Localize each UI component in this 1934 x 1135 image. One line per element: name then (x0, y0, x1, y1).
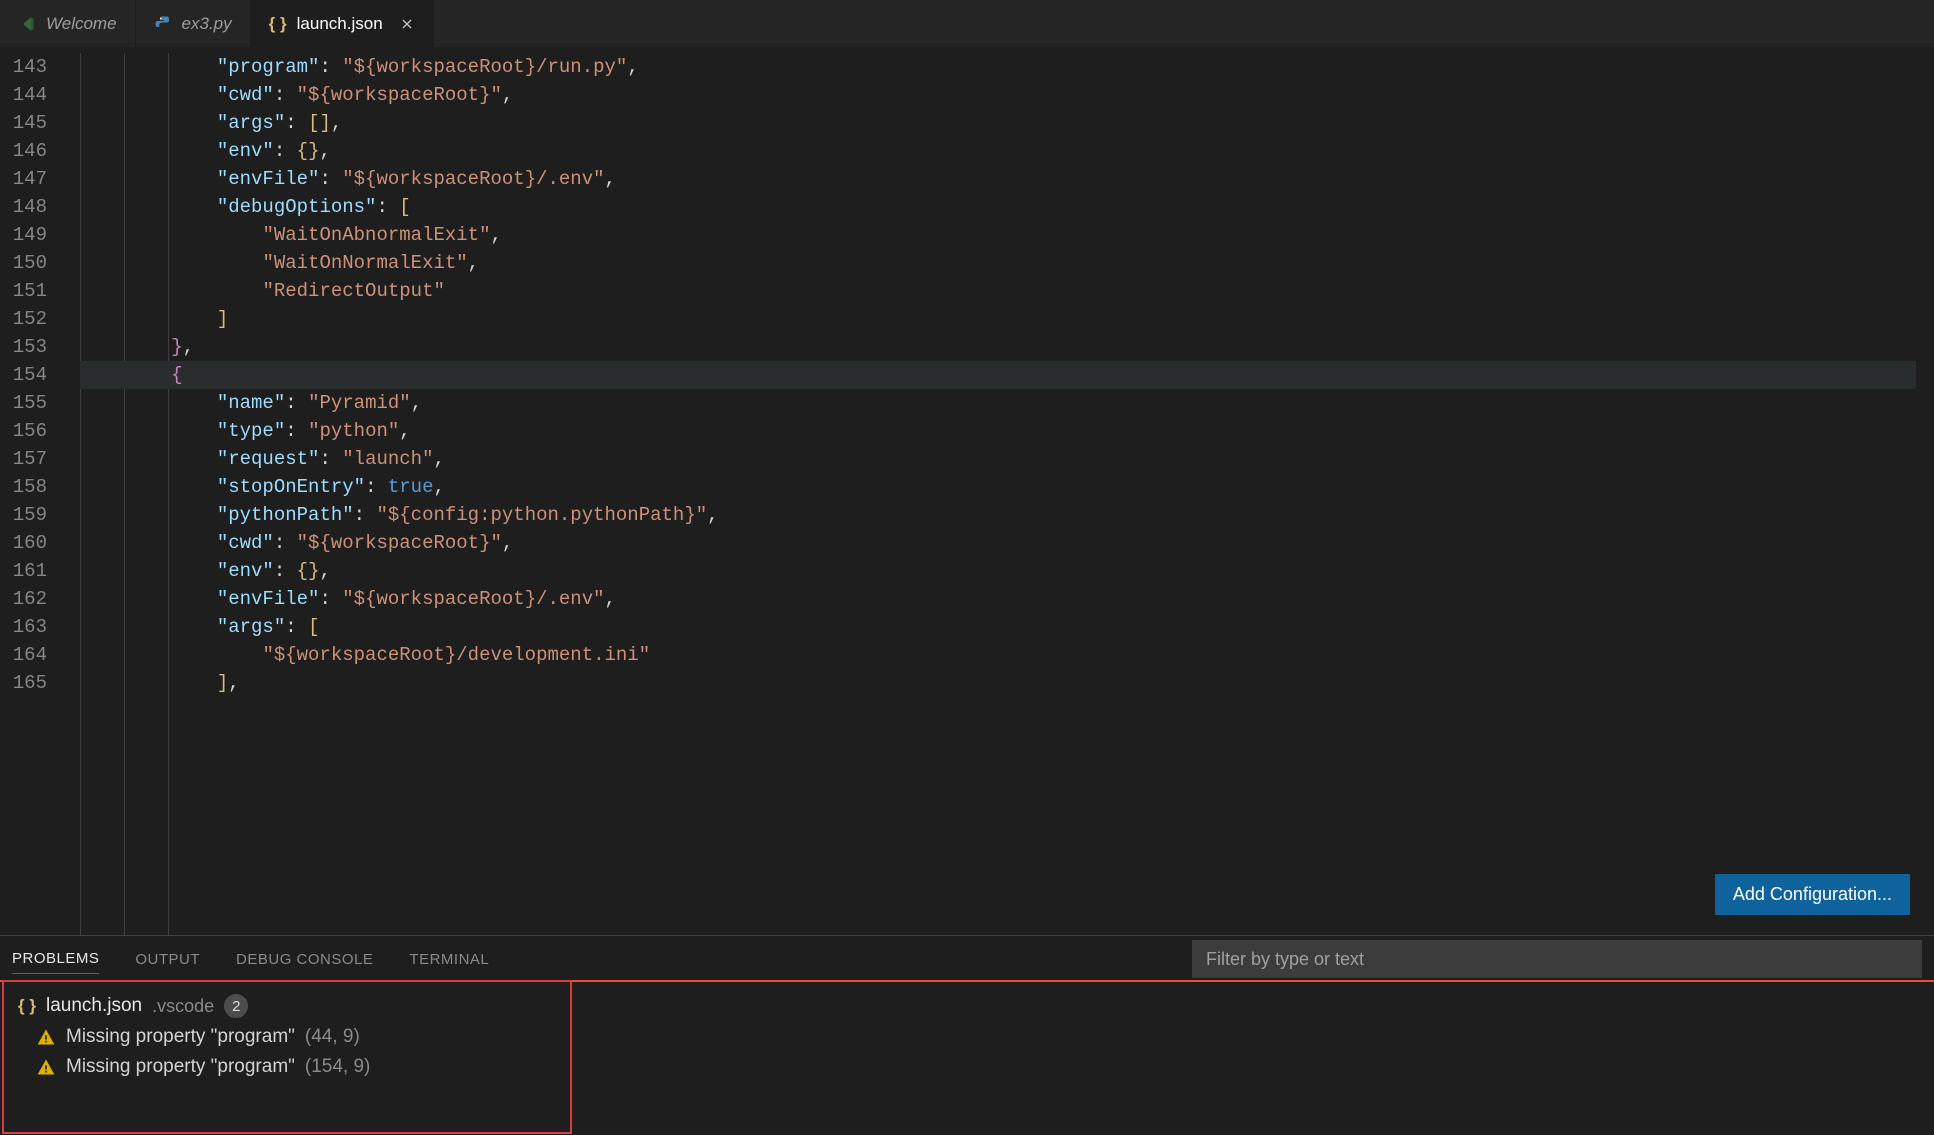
panel-tab-terminal[interactable]: TERMINAL (409, 945, 489, 974)
tab-label: ex3.py (182, 14, 232, 34)
problem-count-badge: 2 (224, 994, 248, 1018)
warning-icon (36, 1027, 56, 1047)
tab-welcome[interactable]: Welcome (0, 0, 136, 47)
tab-launch-json[interactable]: { } launch.json (251, 0, 434, 47)
braces-icon: { } (269, 15, 287, 33)
tab-label: launch.json (297, 14, 383, 34)
problem-message: Missing property "program" (66, 1056, 295, 1078)
problem-item[interactable]: Missing property "program" (154, 9) (12, 1052, 1922, 1082)
line-gutter: 1431441451461471481491501511521531541551… (0, 47, 55, 935)
problem-file-name: launch.json (46, 995, 142, 1017)
problem-location: (154, 9) (305, 1056, 370, 1078)
bottom-panel: PROBLEMS OUTPUT DEBUG CONSOLE TERMINAL {… (0, 935, 1934, 1135)
problem-message: Missing property "program" (66, 1026, 295, 1048)
code-content[interactable]: "program": "${workspaceRoot}/run.py", "c… (55, 47, 1916, 935)
problems-filter-input[interactable] (1192, 940, 1922, 978)
close-icon[interactable] (399, 16, 415, 32)
code-editor[interactable]: 1431441451461471481491501511521531541551… (0, 47, 1934, 935)
python-icon (154, 15, 172, 33)
braces-icon: { } (18, 996, 36, 1016)
tab-label: Welcome (46, 14, 117, 34)
panel-tab-debug-console[interactable]: DEBUG CONSOLE (236, 945, 373, 974)
panel-tabs: PROBLEMS OUTPUT DEBUG CONSOLE TERMINAL (0, 936, 1934, 982)
add-configuration-button[interactable]: Add Configuration... (1715, 874, 1910, 915)
vscode-icon (18, 15, 36, 33)
warning-icon (36, 1057, 56, 1077)
tab-ex3[interactable]: ex3.py (136, 0, 251, 47)
problems-list: { } launch.json .vscode 2 Missing proper… (0, 980, 1934, 1135)
editor-tabs: Welcome ex3.py { } launch.json (0, 0, 1934, 47)
problem-item[interactable]: Missing property "program" (44, 9) (12, 1022, 1922, 1052)
panel-tab-problems[interactable]: PROBLEMS (12, 944, 99, 974)
problem-location: (44, 9) (305, 1026, 360, 1048)
scrollbar[interactable] (1916, 47, 1934, 935)
problem-file-row[interactable]: { } launch.json .vscode 2 (12, 990, 1922, 1022)
panel-tab-output[interactable]: OUTPUT (135, 945, 200, 974)
problem-file-folder: .vscode (152, 996, 214, 1017)
